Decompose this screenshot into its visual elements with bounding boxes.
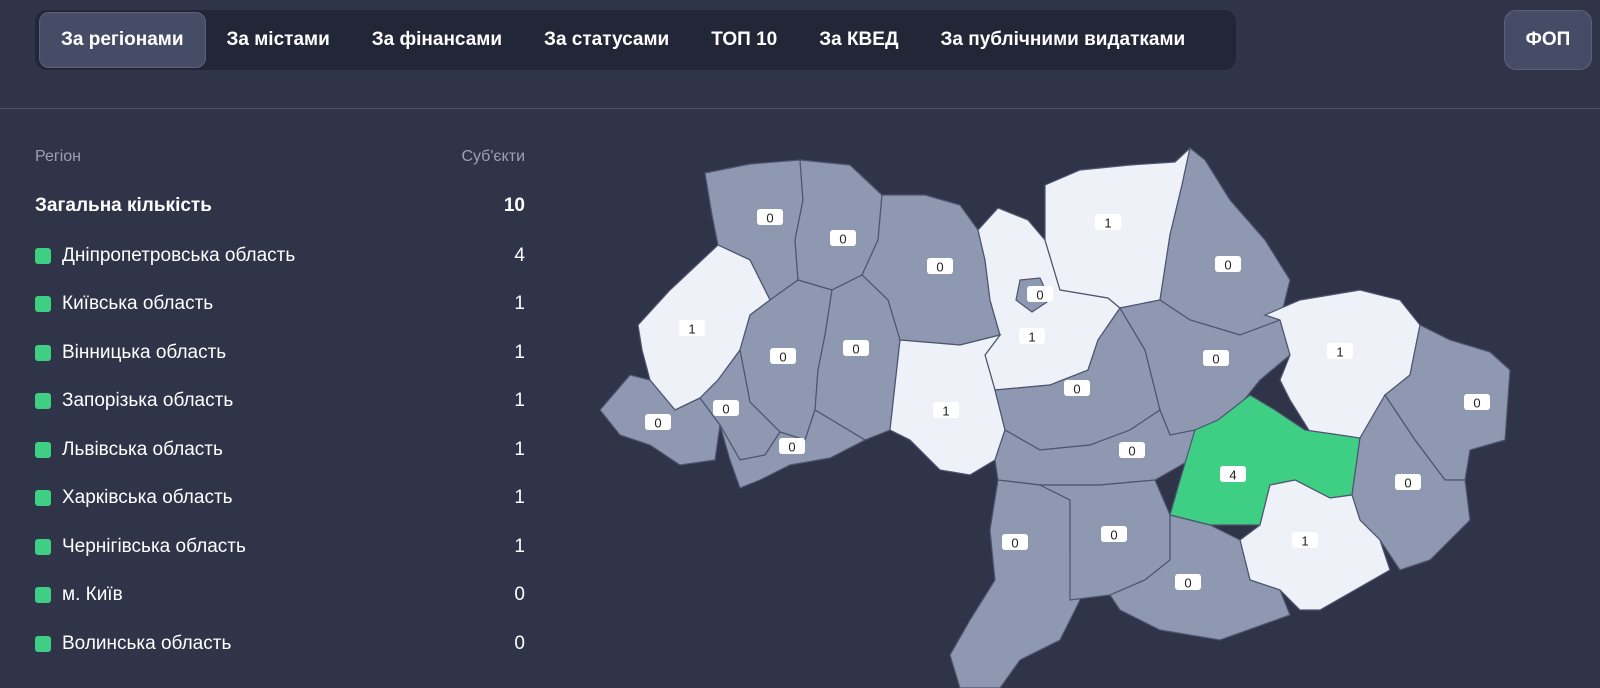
region-count: 1 — [514, 535, 525, 557]
table-row[interactable]: Чернігівська область 1 — [35, 535, 525, 559]
table-row[interactable]: Запорізька область 1 — [35, 389, 525, 413]
region-name: Харківська область — [62, 487, 233, 508]
region-name: Волинська область — [62, 632, 232, 654]
region-value-lviv: 1 — [688, 322, 695, 337]
tab-by-public-spending[interactable]: За публічними видатками — [919, 12, 1206, 68]
table-row[interactable]: Харківська область 1 — [35, 486, 525, 510]
region-value-khmelnytskyi: 0 — [852, 342, 859, 357]
fop-button[interactable]: ФОП — [1504, 10, 1592, 70]
legend-swatch — [35, 587, 51, 603]
table-row[interactable]: Дніпропетровська область 4 — [35, 244, 525, 268]
region-value-cherkasy: 0 — [1073, 382, 1080, 397]
region-name: Львівська область — [62, 438, 223, 460]
region-value-zhytomyr: 0 — [936, 260, 943, 275]
map-canvas: 0 0 0 1 0 1 0 1 0 0 1 0 0 1 0 0 0 0 0 4 0 1 0 0 0 — [600, 146, 1511, 688]
total-label: Загальна кількість — [35, 195, 212, 216]
legend-swatch — [35, 393, 51, 409]
region-value-ivano-frankivsk: 0 — [722, 402, 729, 417]
region-value-poltava: 0 — [1212, 352, 1219, 367]
tab-by-statuses[interactable]: За статусами — [523, 12, 690, 68]
region-value-kyiv-city: 0 — [1036, 288, 1043, 303]
table-row[interactable]: Львівська область 1 — [35, 438, 525, 462]
column-header-region: Регіон — [35, 148, 81, 165]
region-value-dnipropetrovsk: 4 — [1229, 468, 1236, 483]
table-header: Регіон Суб'єкти — [35, 148, 525, 172]
region-count: 0 — [514, 632, 525, 654]
region-value-rivne: 0 — [839, 232, 846, 247]
region-count: 0 — [514, 584, 525, 605]
region-count: 1 — [514, 438, 525, 460]
region-count: 1 — [514, 487, 525, 508]
region-value-vinnytsia: 1 — [942, 404, 949, 419]
column-header-count: Суб'єкти — [461, 148, 525, 165]
legend-swatch — [35, 344, 51, 361]
region-name: м. Київ — [62, 584, 123, 605]
region-value-chernivtsi: 0 — [788, 440, 795, 455]
total-row: Загальна кількість 10 — [35, 195, 525, 219]
region-value-sumy: 0 — [1224, 258, 1231, 273]
region-value-kherson: 0 — [1184, 576, 1191, 591]
region-value-kirovohrad: 0 — [1128, 444, 1135, 459]
region-name: Дніпропетровська область — [62, 244, 296, 266]
region-count: 4 — [514, 244, 525, 266]
region-value-luhansk: 0 — [1473, 396, 1480, 411]
table-row[interactable]: Волинська область 0 — [35, 632, 525, 656]
region-odesa[interactable] — [949, 479, 1081, 688]
legend-swatch — [35, 635, 51, 652]
region-value-odesa: 0 — [1011, 536, 1018, 551]
region-table: Регіон Суб'єкти Загальна кількість 10 Дн… — [35, 148, 525, 656]
region-count: 1 — [514, 293, 525, 314]
region-count: 1 — [514, 341, 525, 363]
region-value-ternopil: 0 — [779, 350, 786, 365]
region-value-volyn: 0 — [766, 211, 773, 226]
region-value-kharkiv: 1 — [1336, 345, 1343, 360]
tab-by-finances[interactable]: За фінансами — [351, 12, 523, 68]
region-name: Вінницька область — [62, 341, 227, 363]
region-value-zakarpattia: 0 — [654, 416, 661, 431]
legend-swatch — [35, 441, 51, 458]
legend-swatch — [35, 296, 51, 312]
region-name: Чернігівська область — [62, 535, 246, 557]
region-value-donetsk: 0 — [1404, 476, 1411, 491]
tab-by-cities[interactable]: За містами — [206, 12, 351, 68]
tab-bar: За регіонами За містами За фінансами За … — [35, 10, 1236, 70]
table-row[interactable]: Київська область 1 — [35, 292, 525, 316]
legend-swatch — [35, 247, 51, 264]
region-value-zaporizhzhia: 1 — [1301, 534, 1308, 549]
region-value-mykolaiv: 0 — [1110, 528, 1117, 543]
table-row[interactable]: м. Київ 0 — [35, 583, 525, 607]
tab-top-10[interactable]: ТОП 10 — [690, 12, 798, 68]
ukraine-map: 0 0 0 1 0 1 0 1 0 0 1 0 0 1 0 0 0 0 0 4 0 1 0 0 0 — [600, 140, 1600, 688]
region-count: 1 — [514, 390, 525, 411]
tab-by-regions[interactable]: За регіонами — [39, 12, 206, 68]
tab-by-kved[interactable]: За КВЕД — [798, 12, 919, 68]
top-bar: За регіонами За містами За фінансами За … — [0, 0, 1600, 109]
legend-swatch — [35, 490, 51, 506]
total-value: 10 — [503, 195, 525, 216]
legend-swatch — [35, 538, 51, 555]
region-name: Київська область — [62, 293, 214, 314]
region-name: Запорізька область — [62, 390, 234, 411]
region-value-kyiv-oblast: 1 — [1028, 330, 1035, 345]
region-value-chernihiv: 1 — [1104, 216, 1111, 231]
table-row[interactable]: Вінницька область 1 — [35, 341, 525, 365]
